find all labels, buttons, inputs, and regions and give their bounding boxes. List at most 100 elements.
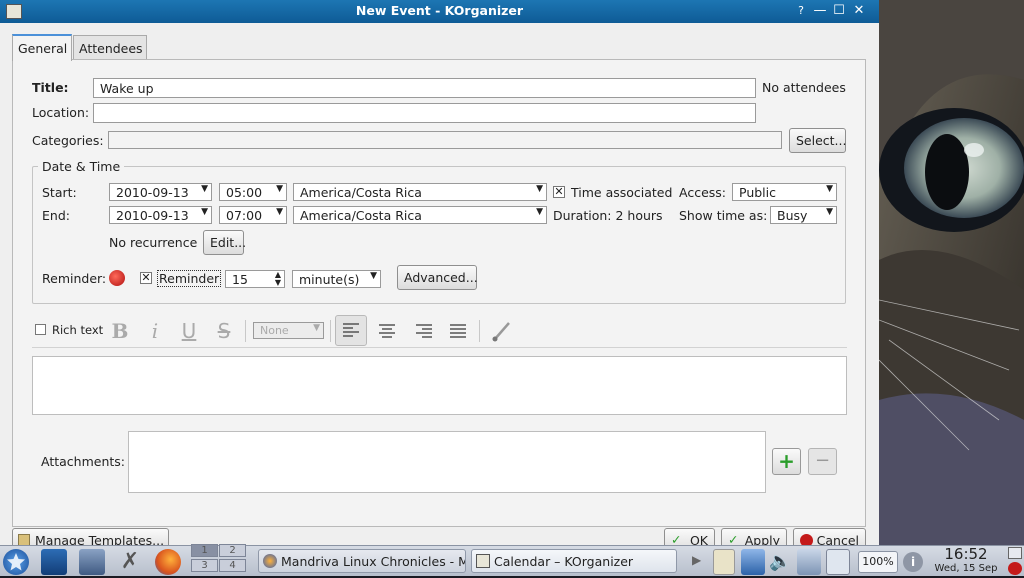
end-time-picker[interactable]: 07:00 ▼ <box>219 206 287 224</box>
end-date-picker[interactable]: 2010-09-13 ▼ <box>109 206 212 224</box>
toolbar-separator <box>330 320 331 342</box>
attendees-note: No attendees <box>762 80 846 95</box>
network-computer-icon[interactable] <box>79 549 105 575</box>
text-color-brush-icon[interactable] <box>489 319 513 346</box>
dropdown-arrow-icon: ▼ <box>313 323 320 333</box>
align-left-icon <box>343 323 359 337</box>
reminder-unit-value: minute(s) <box>299 272 360 287</box>
firefox-icon[interactable] <box>155 549 181 575</box>
pager-desktop-2[interactable]: 2 <box>219 544 246 557</box>
title-input[interactable]: Wake up <box>93 78 756 98</box>
tools-settings-icon[interactable]: ✗ <box>117 549 143 575</box>
apply-button[interactable]: ✓ Apply <box>721 528 787 545</box>
bold-icon[interactable]: B <box>108 319 132 343</box>
start-menu-star-icon[interactable] <box>3 549 29 575</box>
network-tray-icon[interactable] <box>797 549 821 575</box>
calendar-small-icon <box>476 554 490 568</box>
attachments-list[interactable] <box>128 431 766 493</box>
show-time-as-select[interactable]: Busy ▼ <box>770 206 837 224</box>
location-input[interactable] <box>93 103 756 123</box>
reminder-unit-select[interactable]: minute(s) ▼ <box>292 270 381 288</box>
font-size-select[interactable]: None ▼ <box>253 322 324 339</box>
ok-button[interactable]: ✓ OK <box>664 528 715 545</box>
underline-icon[interactable]: U <box>177 319 201 343</box>
font-size-value: None <box>260 324 289 337</box>
access-select[interactable]: Public ▼ <box>732 183 837 201</box>
manage-templates-label: Manage Templates... <box>35 533 165 545</box>
advanced-reminder-button[interactable]: Advanced... <box>397 265 478 290</box>
removable-device-icon[interactable] <box>826 549 850 575</box>
description-editor[interactable] <box>32 356 847 415</box>
maximize-icon[interactable]: ☐ <box>831 3 847 19</box>
categories-field <box>108 131 782 149</box>
recurrence-text: No recurrence <box>109 235 198 250</box>
dropdown-arrow-icon: ▼ <box>826 207 833 217</box>
rich-text-label: Rich text <box>52 323 104 337</box>
close-icon[interactable]: ✕ <box>851 3 867 19</box>
pager-desktop-1[interactable]: 1 <box>191 544 218 557</box>
strikethrough-icon[interactable]: S <box>212 319 236 343</box>
clock-date[interactable]: Wed, 15 Sep <box>930 563 1002 574</box>
end-timezone-select[interactable]: America/Costa Rica ▼ <box>293 206 547 224</box>
remove-attachment-icon[interactable]: − <box>808 448 837 475</box>
dropdown-arrow-icon: ▼ <box>536 184 543 194</box>
reminder-amount-spinbox[interactable]: 15 ▲ ▼ <box>225 270 285 288</box>
lock-screen-icon[interactable] <box>1008 547 1022 559</box>
reminder-checkbox[interactable]: ✕ <box>140 272 152 284</box>
time-associated-checkbox[interactable]: ✕ <box>553 186 565 198</box>
cancel-icon <box>800 534 813 545</box>
update-monitor-icon[interactable] <box>741 549 765 575</box>
align-right-icon[interactable] <box>411 319 437 346</box>
battery-indicator[interactable]: 100% <box>858 551 898 573</box>
task-firefox[interactable]: Mandriva Linux Chronicles - M <box>258 549 466 573</box>
clipboard-icon[interactable] <box>713 549 735 575</box>
edit-recurrence-button[interactable]: Edit... <box>203 230 246 255</box>
show-desktop-icon[interactable] <box>41 549 67 575</box>
help-button[interactable]: ? <box>793 3 809 19</box>
dropdown-arrow-icon: ▼ <box>201 207 208 217</box>
ok-check-icon: ✓ <box>671 532 682 545</box>
tab-attendees[interactable]: Attendees <box>73 35 147 60</box>
reminder-amount-value: 15 <box>232 272 248 287</box>
dropdown-arrow-icon: ▼ <box>826 184 833 194</box>
reminder-checkbox-label: Reminder <box>157 270 222 287</box>
tray-expand-arrow-icon[interactable]: ▶ <box>692 553 701 567</box>
show-time-as-label: Show time as: <box>679 208 768 223</box>
start-date-picker[interactable]: 2010-09-13 ▼ <box>109 183 212 201</box>
start-date-value: 2010-09-13 <box>116 185 189 200</box>
window-title: New Event - KOrganizer <box>355 3 524 18</box>
tab-general[interactable]: General <box>12 34 72 61</box>
end-timezone-value: America/Costa Rica <box>300 208 422 223</box>
cancel-button[interactable]: Cancel <box>793 528 866 545</box>
minimize-icon[interactable]: — <box>812 3 828 19</box>
dropdown-arrow-icon: ▼ <box>201 184 208 194</box>
duration-text: Duration: 2 hours <box>553 208 663 223</box>
location-label: Location: <box>32 105 90 120</box>
start-time-picker[interactable]: 05:00 ▼ <box>219 183 287 201</box>
access-label: Access: <box>679 185 727 200</box>
select-categories-button[interactable]: Select... <box>789 128 846 153</box>
pager-desktop-3[interactable]: 3 <box>191 559 218 572</box>
notifications-info-icon[interactable]: i <box>903 552 923 572</box>
task-korganizer-label: Calendar – KOrganizer <box>494 554 634 569</box>
task-korganizer[interactable]: Calendar – KOrganizer <box>471 549 677 573</box>
volume-icon[interactable]: 🔈 <box>769 549 791 575</box>
logout-power-icon[interactable] <box>1008 562 1022 575</box>
clock-time[interactable]: 16:52 <box>930 545 1002 563</box>
manage-templates-button[interactable]: Manage Templates... <box>12 528 169 545</box>
event-editor-window: New Event - KOrganizer ? — ☐ ✕ General A… <box>0 0 879 545</box>
rich-text-checkbox[interactable] <box>35 324 46 335</box>
pager-desktop-4[interactable]: 4 <box>219 559 246 572</box>
start-timezone-select[interactable]: America/Costa Rica ▼ <box>293 183 547 201</box>
italic-icon[interactable]: i <box>143 319 167 343</box>
toolbar-separator <box>245 320 246 342</box>
start-time-value: 05:00 <box>226 185 263 200</box>
window-titlebar[interactable]: New Event - KOrganizer ? — ☐ ✕ <box>0 0 879 23</box>
toolbar-divider <box>32 347 847 348</box>
cancel-label: Cancel <box>816 533 859 545</box>
add-attachment-icon[interactable]: + <box>772 448 801 475</box>
align-center-icon[interactable] <box>374 319 400 346</box>
align-justify-icon[interactable] <box>445 319 471 346</box>
align-left-button[interactable] <box>335 315 367 346</box>
title-label: Title: <box>32 80 69 95</box>
